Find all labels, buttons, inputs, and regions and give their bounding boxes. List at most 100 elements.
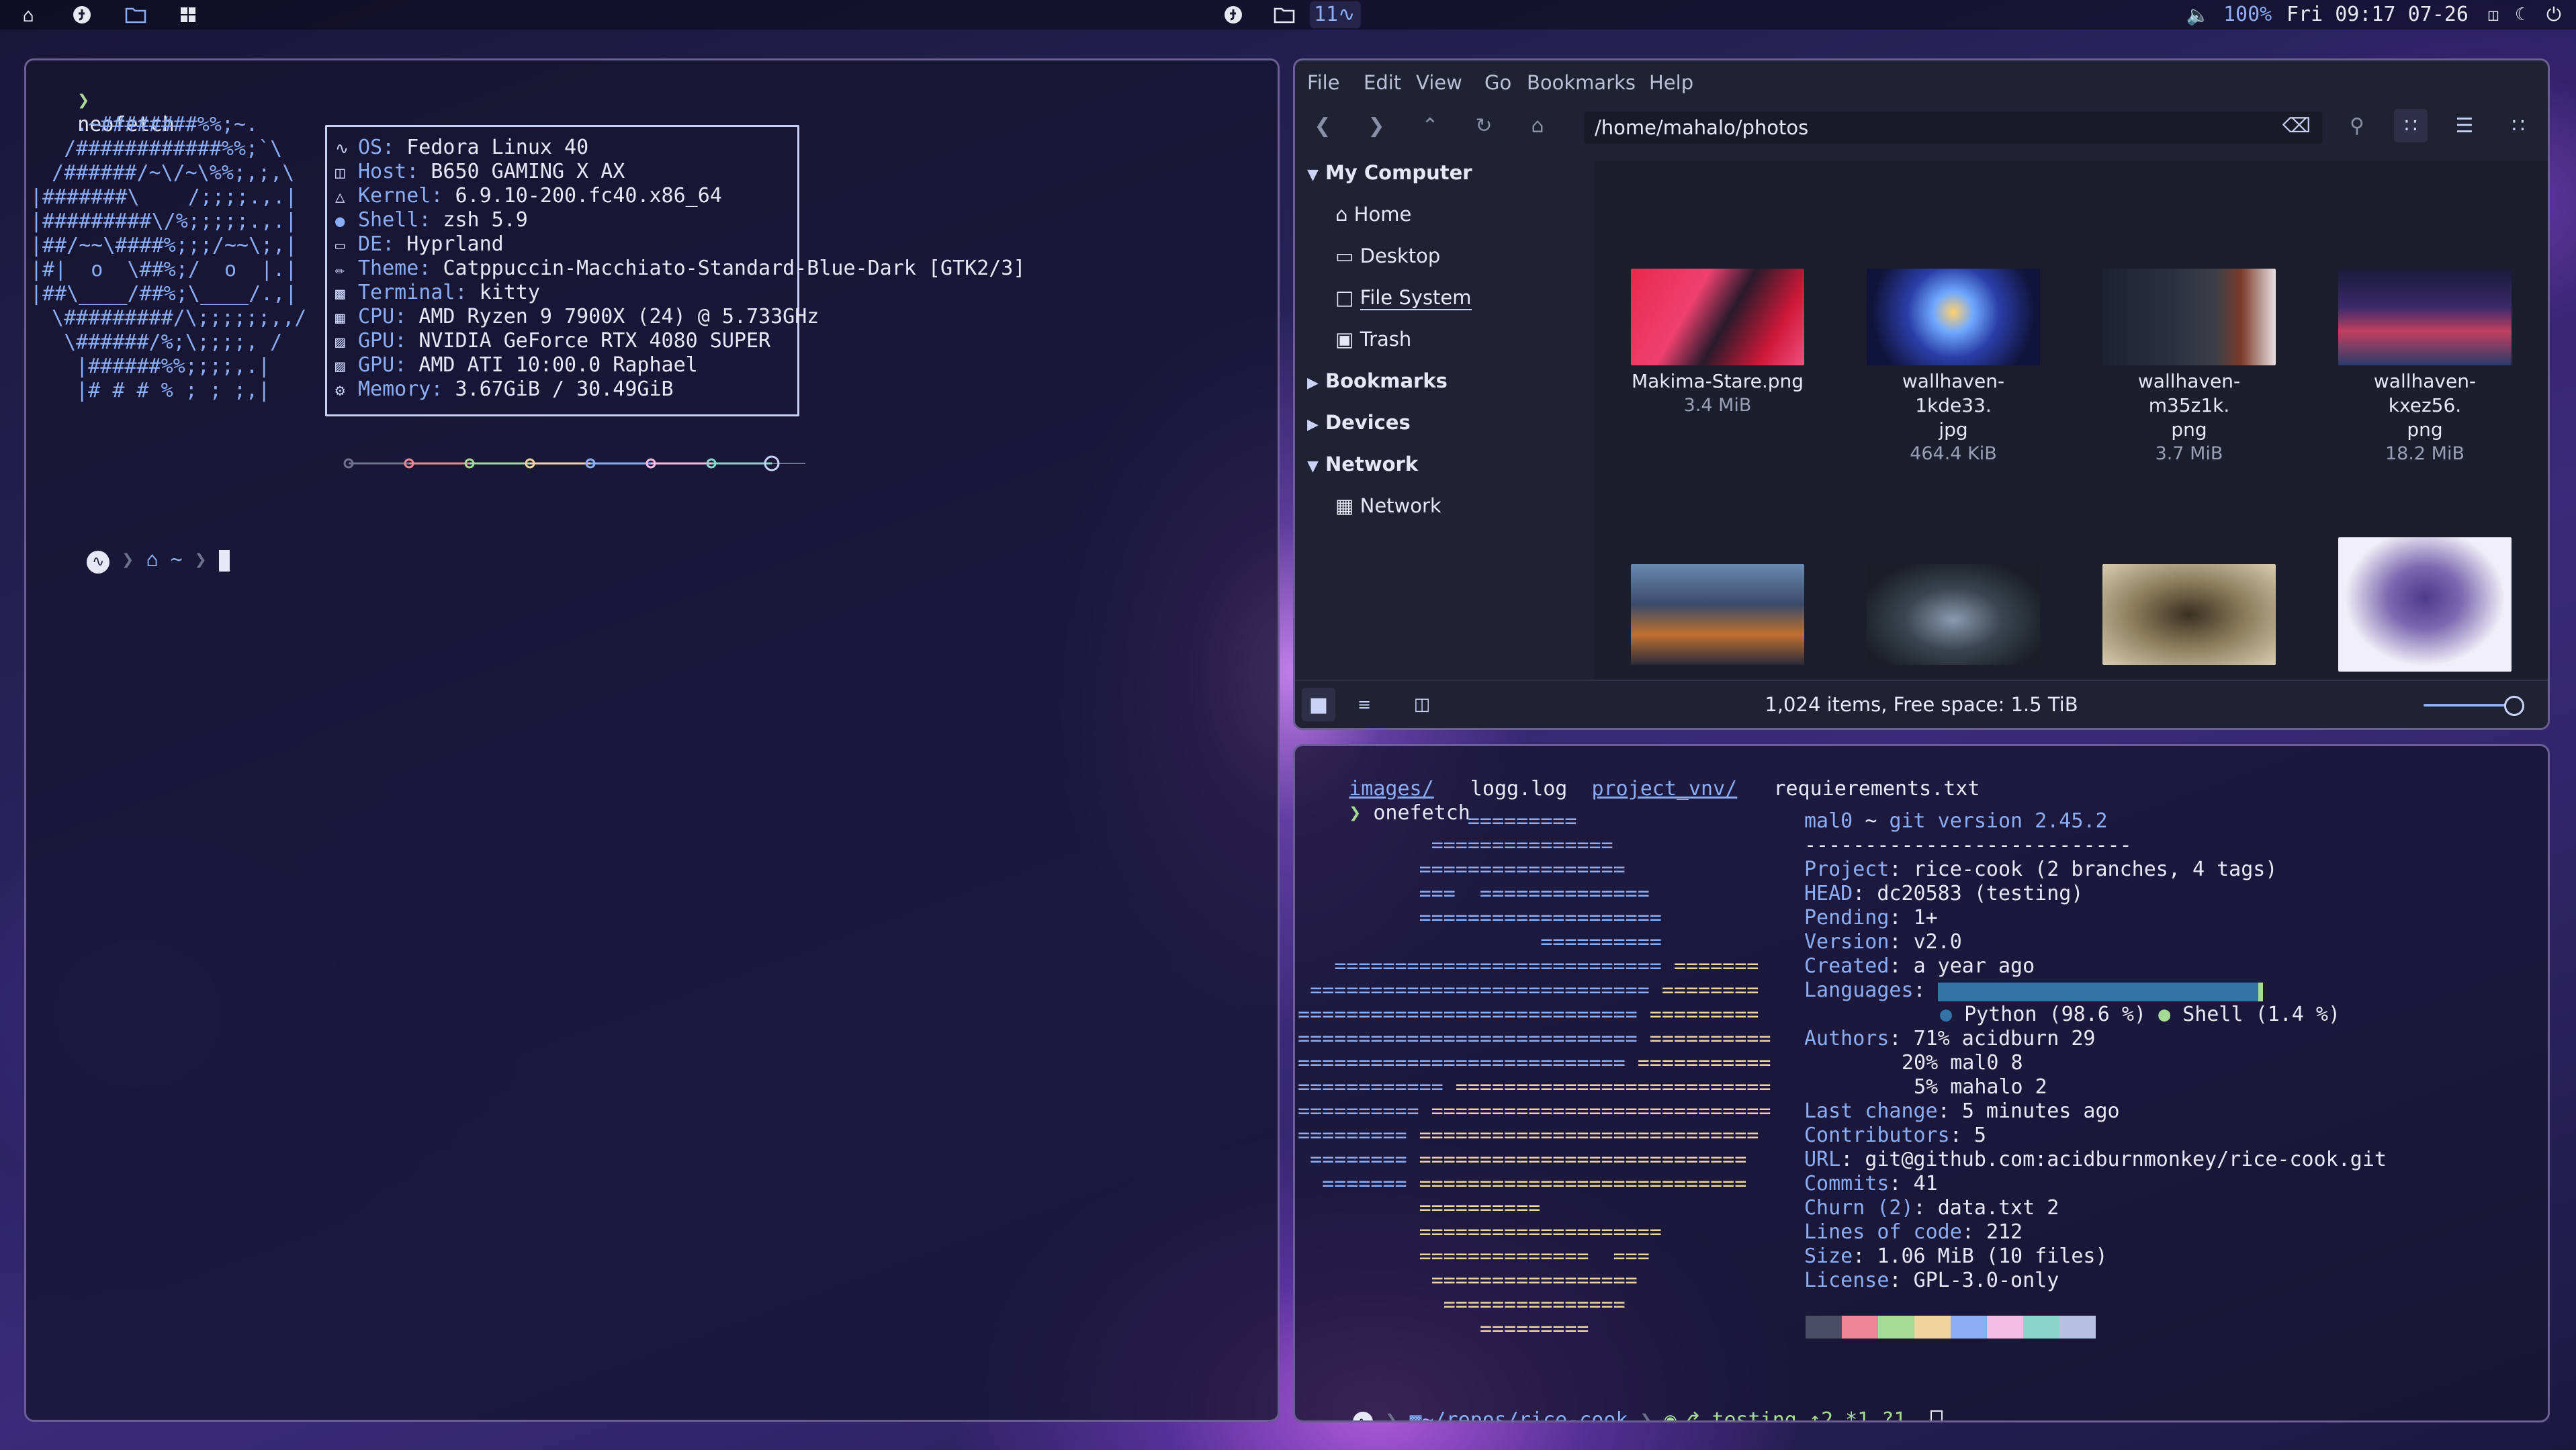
top-bar: ⌂ 11∿ 🔈 100% Fri 09:17 07-26 ◫ ☾ ⏻ — [0, 0, 2576, 30]
search-icon[interactable]: ⚲ — [2340, 109, 2374, 142]
gpu-icon: ▨ — [335, 332, 345, 351]
ascii-line: /############%%;`\ — [40, 137, 283, 161]
file-item[interactable]: wallhaven-1kde33. jpg 464.4 KiB — [1867, 269, 2040, 466]
file-item[interactable] — [1631, 564, 1804, 665]
network-icon: ▦ — [1335, 494, 1354, 517]
info-last-change: Last change: 5 minutes ago — [1804, 1099, 2120, 1123]
ascii-line: ==================== — [1419, 906, 1662, 930]
palette-swatch — [1878, 1316, 1914, 1339]
ascii-line: |######%%;;;;,.| — [40, 355, 271, 378]
refresh-icon[interactable]: ↻ — [1467, 109, 1501, 142]
ascii-line: |#| o \##%;/ o |.| — [30, 258, 298, 281]
clear-path-icon[interactable]: ⌫ — [2280, 109, 2313, 142]
info-authors: Authors: 71% acidburn 29 — [1804, 1027, 2096, 1050]
file-item[interactable]: wallhaven-m35z1k. png 3.7 MiB — [2102, 269, 2276, 466]
compact-view-icon[interactable]: ∷ — [2501, 109, 2535, 142]
info-cpu: ▦ CPU: AMD Ryzen 9 7900X (24) @ 5.733GHz — [335, 305, 819, 328]
ascii-line: |#######\ /;;;;.,.| — [30, 185, 298, 209]
fedora-workspace-icon[interactable] — [1221, 3, 1245, 27]
menu-go[interactable]: Go — [1484, 67, 1511, 98]
palette-swatch — [1914, 1316, 1951, 1339]
folder-icon[interactable] — [124, 3, 148, 27]
ascii-line: ========== — [1540, 930, 1662, 954]
sidebar-item-home[interactable]: ⌂ Home — [1335, 203, 1411, 226]
ascii-line: ======== =========================== — [1310, 1148, 1747, 1171]
list-view-icon[interactable]: ☰ — [2448, 109, 2481, 142]
location-bar[interactable]: /home/mahalo/photos — [1584, 111, 2323, 144]
info-commits: Commits: 41 — [1804, 1172, 1938, 1195]
info-gpu: ▨ GPU: NVIDIA GeForce RTX 4080 SUPER — [335, 329, 771, 353]
sidebar-network[interactable]: ▼ Network — [1307, 453, 1418, 475]
ascii-line: ============================ ======== — [1310, 979, 1759, 1002]
desktop-icon: ▭ — [335, 236, 345, 255]
power-icon[interactable]: ⏻ — [2542, 3, 2566, 27]
shell-icon: ● — [335, 212, 345, 230]
back-icon[interactable]: ❮ — [1306, 109, 1339, 142]
up-icon[interactable]: ⌃ — [1413, 109, 1447, 142]
info-author: 5% mahalo 2 — [1902, 1075, 2047, 1099]
monitor-icon[interactable]: ◫ — [2481, 3, 2505, 27]
neofetch-terminal-window[interactable]: ❯ neofetch .~########%%;~. /############… — [24, 58, 1280, 1422]
fedora-icon[interactable] — [70, 3, 94, 27]
sidebar-item-network[interactable]: ▦ Network — [1335, 494, 1441, 517]
ascii-line: \#########/\;;;;;;,,/ — [40, 306, 307, 330]
icon-view-icon[interactable]: ∷ — [2394, 109, 2428, 142]
file-item[interactable] — [2102, 564, 2276, 665]
thumbnail — [1867, 269, 2040, 365]
ascii-line: .~########%%;~. — [40, 113, 259, 136]
drive-icon: □ — [1335, 286, 1354, 309]
shell-prompt[interactable]: ∿ ❯ ▩~/repos/rice-cook ❯ ◉⎇ testing ⇡2 *… — [1304, 1384, 1943, 1422]
ascii-line: ============ ========================== — [1298, 1075, 1771, 1099]
toolbar: ❮ ❯ ⌃ ↻ ⌂ /home/mahalo/photos ⌫ ⚲ ∷ ☰ ∷ — [1295, 103, 2548, 148]
menu-bookmarks[interactable]: Bookmarks — [1527, 67, 1636, 98]
sidebar-item-desktop[interactable]: ▭ Desktop — [1335, 244, 1440, 267]
github-icon: ◉ — [1664, 1408, 1677, 1422]
cpu-icon: ▦ — [335, 308, 345, 327]
ascii-line: \######/%;\;;;;, / — [40, 330, 283, 354]
onefetch-terminal-window[interactable]: images/ logg.log project_vnv/ requiereme… — [1293, 744, 2550, 1422]
menu-edit[interactable]: Edit — [1364, 67, 1401, 98]
info-kernel: △ Kernel: 6.9.10-200.fc40.x86_64 — [335, 184, 722, 208]
zoom-slider-handle[interactable] — [2504, 696, 2524, 716]
chevron-right-icon: ▶ — [1307, 375, 1319, 392]
volume-level[interactable]: 100% — [2223, 1, 2272, 28]
sidebar-item-trash[interactable]: ▣ Trash — [1335, 328, 1411, 351]
ascii-line: =============== — [1431, 833, 1613, 857]
workspace-indicator[interactable]: 11∿ — [1310, 1, 1361, 28]
home-prompt-icon: ⌂ — [146, 548, 171, 572]
language-legend: ● Python (98.6 %) ● Shell (1.4 %) — [1940, 1003, 2341, 1026]
shell-prompt[interactable]: ∿ ❯ ⌂ ~ ❯ — [38, 524, 230, 598]
chevron-right-icon: ▶ — [1307, 416, 1319, 433]
menu-file[interactable]: File — [1307, 67, 1340, 98]
sidebar-bookmarks[interactable]: ▶ Bookmarks — [1307, 369, 1448, 392]
sidebar-item-filesystem[interactable]: □ File System — [1335, 286, 1472, 310]
home-icon[interactable]: ⌂ — [16, 3, 40, 27]
folder-workspace-icon[interactable] — [1272, 3, 1296, 27]
ascii-line: ============== === — [1419, 1244, 1650, 1268]
file-manager-window[interactable]: File Edit View Go Bookmarks Help ❮ ❯ ⌃ ↻… — [1293, 58, 2550, 730]
info-memory: ⚙ Memory: 3.67GiB / 30.49GiB — [335, 377, 674, 401]
home-icon[interactable]: ⌂ — [1521, 109, 1554, 142]
palette-swatch — [1987, 1316, 2023, 1339]
ascii-line: ========= — [1467, 809, 1577, 833]
file-item[interactable] — [1867, 564, 2040, 665]
file-item[interactable]: Makima-Stare.png 3.4 MiB — [1631, 269, 1804, 418]
folder-prompt-icon: ▩ — [1409, 1408, 1422, 1422]
zoom-slider[interactable] — [2424, 704, 2511, 707]
sidebar-my-computer[interactable]: ▼ My Computer — [1307, 161, 1472, 184]
clock[interactable]: Fri 09:17 07-26 — [2286, 1, 2469, 28]
windows-icon[interactable] — [176, 3, 200, 27]
palette-swatch — [1842, 1316, 1878, 1339]
menu-view[interactable]: View — [1416, 67, 1462, 98]
cursor — [218, 549, 230, 572]
prompt-arrow: ❯ — [77, 89, 90, 112]
info-os: ∿ OS: Fedora Linux 40 — [335, 136, 589, 159]
file-item[interactable]: wallhaven-kxez56. png 18.2 MiB — [2338, 269, 2512, 466]
night-mode-icon[interactable]: ☾ — [2508, 3, 2532, 27]
linux-icon: △ — [335, 187, 345, 206]
sidebar-devices[interactable]: ▶ Devices — [1307, 411, 1411, 434]
forward-icon[interactable]: ❯ — [1360, 109, 1393, 142]
file-item[interactable] — [2338, 537, 2512, 672]
volume-icon[interactable]: 🔈 — [2186, 3, 2210, 27]
menu-help[interactable]: Help — [1649, 67, 1693, 98]
